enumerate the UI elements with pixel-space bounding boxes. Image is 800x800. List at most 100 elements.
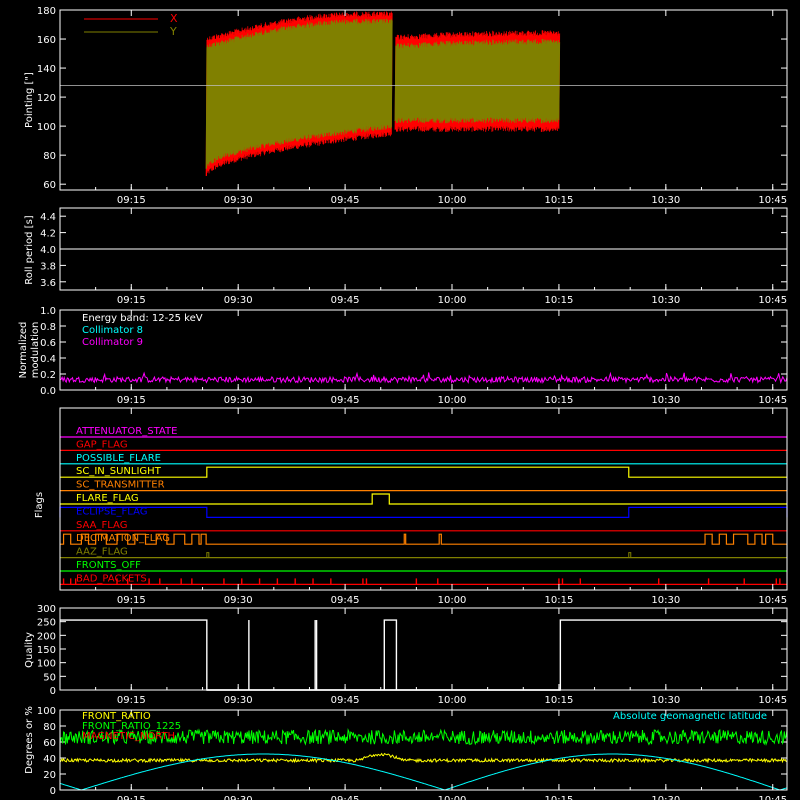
modulation-xtick-label: 09:45 xyxy=(331,395,360,406)
quality-xtick-label: 10:45 xyxy=(758,695,787,706)
modulation-ytick-label: 0.8 xyxy=(40,322,56,333)
quality-xtick-label: 09:15 xyxy=(117,695,146,706)
modulation-panel: 0.0 0.2 0.4 0.6 0.8 1.0 09:15 09:30 09:45 10:00 10… xyxy=(18,306,788,406)
pointing-panel: 60 80 100 120 140 160 180 09:15 09:30 09:45 10:00 1… xyxy=(24,6,788,206)
roll-plot-area: 3.6 3.8 4.0 4.2 4.4 09:15 09:30 09:45 10:00 10:15… xyxy=(40,207,788,306)
roll-ylabel: Roll period [s] xyxy=(24,215,35,284)
modulation-xtick-label: 09:30 xyxy=(224,395,253,406)
flag-label: SC_IN_SUNLIGHT xyxy=(76,466,162,477)
geo-ytick-label: 40 xyxy=(43,754,56,765)
modulation-ytick-label: 0.2 xyxy=(40,370,56,381)
pointing-ytick-label: 140 xyxy=(37,64,56,75)
modulation-ytick-label: 1.0 xyxy=(40,306,56,317)
modulation-xtick-label: 10:00 xyxy=(438,395,467,406)
pointing-ytick-label: 60 xyxy=(43,180,56,191)
pointing-xtick-label: 10:45 xyxy=(758,195,787,206)
geo-legend-magnetic-north: MAGNETIC_NORTH xyxy=(82,731,175,742)
modulation-xtick-label: 10:15 xyxy=(545,395,574,406)
pointing-ytick-label: 120 xyxy=(37,93,56,104)
flag-trace xyxy=(60,493,787,505)
geo-xtick-label: 10:45 xyxy=(758,795,787,800)
flag-label: ATTENUATOR_STATE xyxy=(76,426,177,437)
quality-xtick-label: 10:15 xyxy=(545,695,574,706)
flag-label: FLARE_FLAG xyxy=(76,493,139,504)
roll-ytick-label: 3.6 xyxy=(40,278,56,289)
geo-legend-latitude: Absolute geomagnetic latitude xyxy=(613,711,767,722)
quality-ytick-label: 150 xyxy=(37,645,56,656)
flag-label: POSSIBLE_FLARE xyxy=(76,453,161,464)
modulation-xtick-label: 10:45 xyxy=(758,395,787,406)
flag-trace xyxy=(60,466,787,478)
flags-xtick-label: 10:30 xyxy=(651,595,680,606)
modulation-ytick-label: 0.6 xyxy=(40,338,56,349)
flags-panel: ATTENUATOR_STATE GAP_FLAG POSSIBLE_FLARE SC… xyxy=(34,407,788,606)
modulation-legend-c9: Collimator 9 xyxy=(82,337,143,348)
geo-xtick-label: 09:30 xyxy=(224,795,253,800)
flag-label: SC_TRANSMITTER xyxy=(76,480,165,491)
quality-xtick-label: 09:30 xyxy=(224,695,253,706)
roll-xtick-label: 09:15 xyxy=(117,295,146,306)
roll-ytick-label: 4.0 xyxy=(40,245,56,256)
flags-xtick-label: 09:15 xyxy=(117,595,146,606)
flag-label: ECLIPSE_FLAG xyxy=(76,506,147,517)
geo-ytick-label: 60 xyxy=(43,738,56,749)
quality-ylabel: Quality xyxy=(24,632,35,668)
pointing-ytick-label: 180 xyxy=(37,6,56,17)
modulation-xtick-label: 09:15 xyxy=(117,395,146,406)
geo-ylabel: Degrees or % xyxy=(24,706,35,774)
modulation-legend-c8: Collimator 8 xyxy=(82,325,143,336)
chart-canvas: 60 80 100 120 140 160 180 09:15 09:30 09:45 10:00 1… xyxy=(18,6,788,800)
pointing-legend-y: Y xyxy=(169,25,177,38)
flag-label: BAD_PACKETS xyxy=(76,573,147,584)
roll-period-panel: 3.6 3.8 4.0 4.2 4.4 09:15 09:30 09:45 10:00 10:15… xyxy=(24,207,788,306)
flag-trace xyxy=(59,506,788,518)
roll-xtick-label: 09:45 xyxy=(331,295,360,306)
quality-xtick-label: 10:30 xyxy=(651,695,680,706)
pointing-xtick-label: 09:15 xyxy=(117,195,146,206)
modulation-xtick-label: 10:30 xyxy=(651,395,680,406)
quality-trace xyxy=(60,619,787,691)
pointing-plot-area: 60 80 100 120 140 160 180 09:15 09:30 09:45 10:00 1… xyxy=(37,6,788,206)
modulation-ytick-label: 0.0 xyxy=(40,386,56,397)
pointing-xtick-label: 10:15 xyxy=(545,195,574,206)
flags-xtick-label: 10:15 xyxy=(545,595,574,606)
modulation-ylabel-line1: Normalized xyxy=(18,322,29,379)
modulation-ylabel: Normalizedmodulation xyxy=(18,322,41,379)
roll-ytick-label: 4.4 xyxy=(40,212,56,223)
flags-plot-area: ATTENUATOR_STATE GAP_FLAG POSSIBLE_FLARE SC… xyxy=(59,407,788,606)
pointing-ylabel: Pointing ["] xyxy=(24,72,35,128)
geo-ytick-label: 20 xyxy=(43,770,56,781)
modulation-legend-band: Energy band: 12-25 keV xyxy=(82,313,203,324)
pointing-ytick-label: 160 xyxy=(37,35,56,46)
roll-xtick-label: 10:00 xyxy=(438,295,467,306)
pointing-xtick-label: 09:30 xyxy=(224,195,253,206)
quality-plot-area: 0 50 100 150 200 250 300 09:15 09:30 09:45 10:00 10… xyxy=(37,604,788,706)
quality-block xyxy=(383,619,398,690)
pointing-xtick-label: 10:00 xyxy=(438,195,467,206)
modulation-c9-series xyxy=(59,371,788,385)
modulation-ylabel-line2: modulation xyxy=(30,322,41,379)
flag-label: AAZ_FLAG xyxy=(76,547,128,558)
pointing-xtick-label: 09:45 xyxy=(331,195,360,206)
pointing-ytick-label: 80 xyxy=(43,151,56,162)
roll-xtick-label: 10:15 xyxy=(545,295,574,306)
flags-xtick-label: 09:30 xyxy=(224,595,253,606)
quality-ytick-label: 250 xyxy=(37,618,56,629)
roll-xtick-label: 09:30 xyxy=(224,295,253,306)
quality-ytick-label: 0 xyxy=(50,686,56,697)
quality-ytick-label: 50 xyxy=(43,672,56,683)
pointing-ytick-label: 100 xyxy=(37,122,56,133)
quality-ytick-label: 200 xyxy=(37,631,56,642)
geo-ytick-label: 100 xyxy=(37,706,56,717)
quality-ytick-label: 300 xyxy=(37,604,56,615)
roll-ytick-label: 4.2 xyxy=(40,229,56,240)
pointing-y-series xyxy=(394,38,561,124)
flags-ylabel: Flags xyxy=(34,492,45,518)
flag-label: GAP_FLAG xyxy=(76,439,128,450)
geo-ytick-label: 0 xyxy=(50,786,56,797)
geo-xtick-label: 09:45 xyxy=(331,795,360,800)
pointing-xtick-label: 10:30 xyxy=(651,195,680,206)
flag-label: FRONTS_OFF xyxy=(76,560,141,571)
geomagnetic-panel: 0 20 40 60 80 100 09:15 09:30 09:45 10:00 10:15 10:… xyxy=(24,706,788,800)
quality-xtick-label: 09:45 xyxy=(331,695,360,706)
